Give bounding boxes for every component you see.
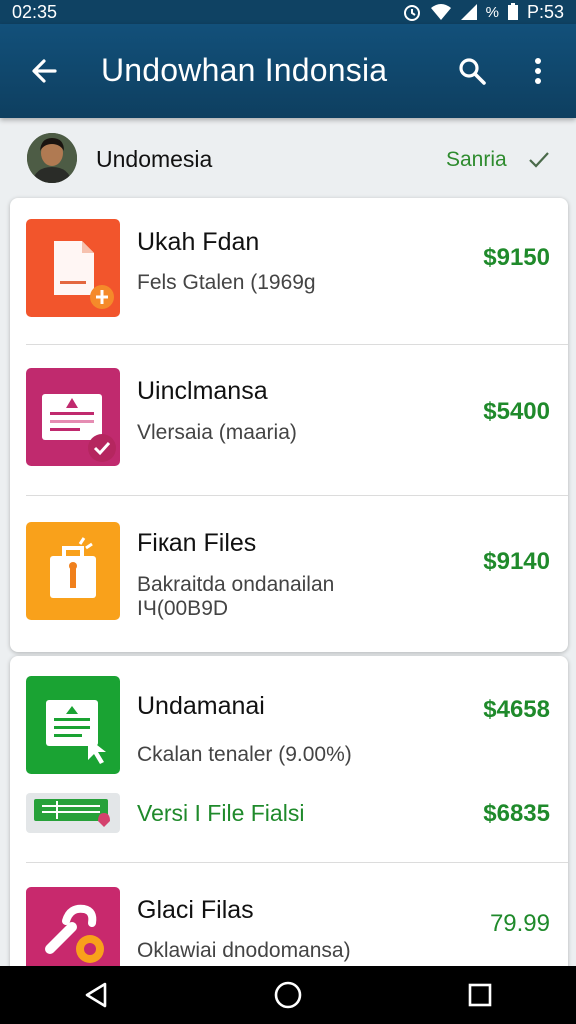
item-name: Versi I File Fialsi — [137, 800, 305, 826]
arrow-left-icon — [32, 59, 57, 83]
item-subtitle: Oklawiai dnodomansa) — [137, 939, 351, 962]
item-price: $4658 — [483, 696, 550, 723]
back-button[interactable] — [24, 51, 64, 91]
square-recents-icon — [468, 983, 492, 1007]
account-row[interactable]: Undomesia Sanria — [0, 118, 576, 198]
account-status: Sanria — [446, 148, 507, 171]
back-nav-button[interactable] — [66, 966, 126, 1024]
item-name: Ukah Fdan — [137, 228, 260, 256]
triangle-back-icon — [85, 982, 107, 1008]
item-name: Fiкan Files — [137, 529, 257, 557]
search-icon — [459, 58, 486, 85]
home-button[interactable] — [258, 966, 318, 1024]
wifi-icon — [430, 3, 452, 21]
battery-icon — [507, 3, 519, 21]
item-subtitle: Bakraitda ondanailan IЧ(00B9D — [137, 573, 335, 620]
file-list-card-1: Ukah Fdan Fels Gtalen (1969g $9150 Uincl… — [10, 198, 568, 652]
page-title: Undowhan Indonsia — [101, 52, 388, 88]
more-vert-icon — [535, 58, 541, 84]
bag-icon — [26, 522, 120, 620]
circle-home-icon — [274, 981, 302, 1009]
status-bar: 02:35 % P:53 — [0, 0, 576, 24]
wrench-icon — [26, 887, 120, 976]
item-name: Undamanai — [137, 692, 265, 720]
banner-icon — [26, 791, 120, 835]
check-icon — [529, 152, 549, 168]
recents-button[interactable] — [450, 966, 510, 1024]
list-item[interactable]: Fiкan Files Bakraitda ondanailan IЧ(00B9… — [10, 496, 568, 652]
list-item[interactable]: Ukah Fdan Fels Gtalen (1969g $9150 — [10, 198, 568, 344]
list-item[interactable]: Undamanai Ckalan tenaler (9.00%) $4658 V… — [10, 656, 568, 862]
item-price: 79.99 — [489, 910, 550, 937]
navigation-bar — [0, 966, 576, 1024]
app-bar: Undowhan Indonsia — [0, 24, 576, 118]
item-subtitle: Fels Gtalen (1969g — [137, 271, 316, 294]
signal-icon — [460, 3, 478, 21]
document-icon — [26, 219, 120, 317]
list-item[interactable]: Uinclmansa Vlersaia (maaria) $5400 — [10, 345, 568, 495]
sheet-icon — [26, 676, 120, 774]
item-price: $9140 — [483, 548, 550, 575]
more-options-button[interactable] — [518, 51, 558, 91]
item-price: $5400 — [483, 398, 550, 425]
file-list-card-2: Undamanai Ckalan tenaler (9.00%) $4658 V… — [10, 656, 568, 976]
form-icon — [26, 368, 120, 466]
item-subtitle: Vlersaia (maaria) — [137, 421, 297, 444]
list-item[interactable]: Glaci Filas Oklawiai dnodomansa) 79.99 — [10, 863, 568, 976]
item-price: $6835 — [483, 800, 550, 827]
item-name: Glaci Filas — [137, 896, 254, 924]
avatar — [27, 133, 77, 183]
search-button[interactable] — [452, 51, 492, 91]
account-name: Undomesia — [96, 146, 213, 172]
status-icons: % P:53 — [402, 2, 564, 23]
percent-icon: % — [485, 3, 499, 21]
status-time-right: P:53 — [526, 1, 564, 22]
item-name: Uinclmansa — [137, 377, 268, 405]
status-time: 02:35 — [12, 1, 58, 22]
alarm-icon — [402, 2, 422, 22]
item-price: $9150 — [483, 244, 550, 271]
item-subtitle: Ckalan tenaler (9.00%) — [137, 743, 352, 766]
